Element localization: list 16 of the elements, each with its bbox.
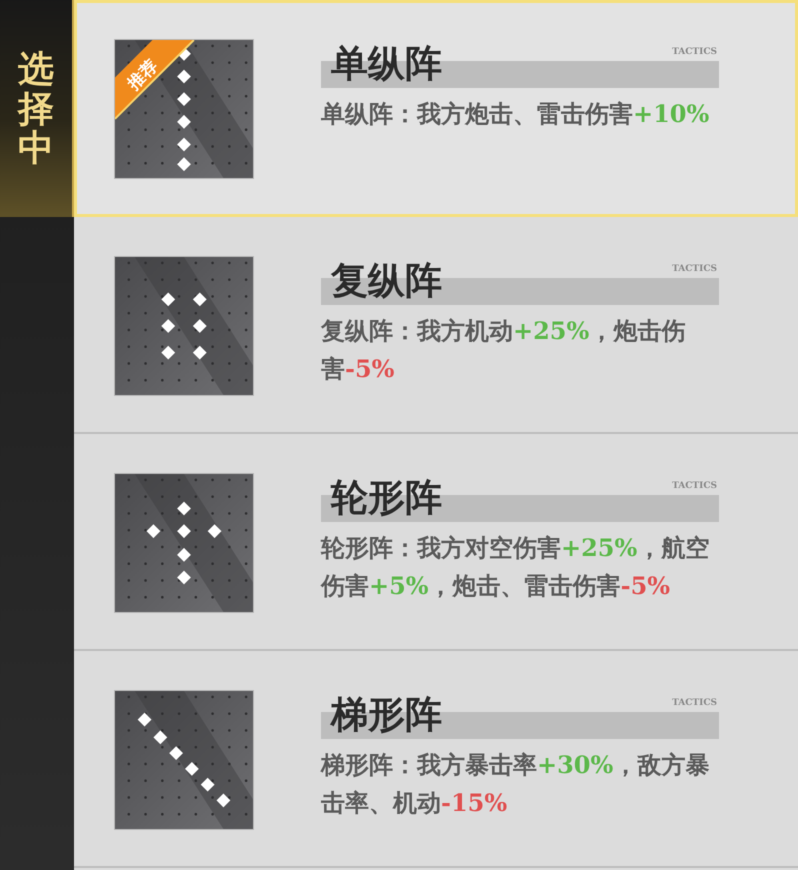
formation-card[interactable]: 推荐 单纵阵 TACTICS 单纵阵：我方炮击、雷击伤害+10% bbox=[74, 0, 798, 217]
selected-label: 选择中 bbox=[18, 50, 54, 169]
formation-description: 复纵阵：我方机动+25%，炮击伤害-5% bbox=[321, 315, 686, 385]
formation-description: 梯形阵：我方暴击率+30%，敌方暴击率、机动-15% bbox=[321, 749, 710, 819]
formation-title: 轮形阵 bbox=[331, 474, 442, 521]
tactics-tag: TACTICS bbox=[672, 47, 717, 57]
recommended-ribbon: 推荐 bbox=[114, 39, 195, 120]
tactics-tag: TACTICS bbox=[672, 264, 717, 274]
selected-tab[interactable]: 选择中 bbox=[0, 0, 74, 217]
tactics-tag: TACTICS bbox=[672, 698, 717, 708]
formation-description: 单纵阵：我方炮击、雷击伤害+10% bbox=[321, 98, 710, 130]
formation-title: 复纵阵 bbox=[331, 257, 442, 304]
tactics-tag: TACTICS bbox=[672, 481, 717, 491]
formation-description: 轮形阵：我方对空伤害+25%，航空伤害+5%，炮击、雷击伤害-5% bbox=[321, 532, 710, 602]
formation-title: 梯形阵 bbox=[331, 691, 442, 738]
formation-title: 单纵阵 bbox=[331, 40, 442, 87]
